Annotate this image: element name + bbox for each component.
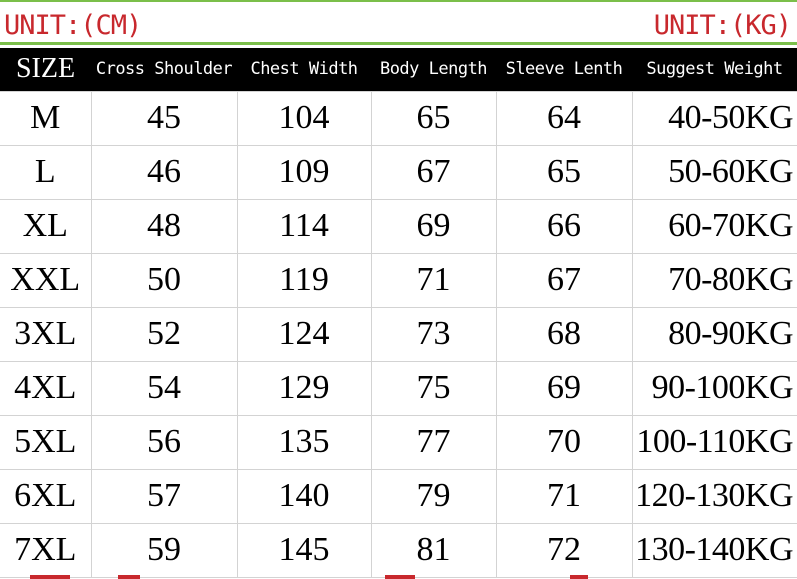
cell-sleeve-length: 71 [495,468,633,524]
cell-sleeve-length: 66 [495,198,633,254]
cell-size: 7XL [0,522,92,578]
unit-cm-label: UNIT:(CM) [4,10,142,41]
cell-size: 5XL [0,414,92,470]
bottom-cut-text [0,575,797,579]
cell-suggest-weight: 60-70KG [631,198,797,254]
cell-sleeve-length: 65 [495,144,633,200]
unit-kg-label: UNIT:(KG) [653,10,792,41]
cell-suggest-weight: 50-60KG [631,144,797,200]
cell-suggest-weight: 130-140KG [631,522,797,578]
table-row: M 45 104 65 64 40-50KG [0,90,797,146]
cell-cross-shoulder: 46 [90,144,238,200]
cell-sleeve-length: 64 [495,90,633,146]
cell-body-length: 73 [370,306,497,362]
unit-bar: UNIT:(CM) UNIT:(KG) [0,0,797,45]
cell-suggest-weight: 40-50KG [631,90,797,146]
cell-suggest-weight: 100-110KG [631,414,797,470]
table-row: XL 48 114 69 66 60-70KG [0,198,797,254]
header-chest-width: Chest Width [250,59,358,80]
cell-body-length: 75 [370,360,497,416]
cell-cross-shoulder: 56 [90,414,238,470]
cell-size: L [0,144,92,200]
cell-sleeve-length: 70 [495,414,633,470]
cell-size: XXL [0,252,92,308]
cell-size: XL [0,198,92,254]
cell-sleeve-length: 72 [495,522,633,578]
size-table: SIZE Cross Shoulder Chest Width Body Len… [0,48,797,578]
cell-chest-width: 114 [236,198,372,254]
table-row: 6XL 57 140 79 71 120-130KG [0,468,797,524]
cell-chest-width: 119 [236,252,372,308]
cell-sleeve-length: 69 [495,360,633,416]
cell-chest-width: 104 [236,90,372,146]
cell-suggest-weight: 70-80KG [631,252,797,308]
cell-cross-shoulder: 54 [90,360,238,416]
table-row: 7XL 59 145 81 72 130-140KG [0,522,797,578]
cell-cross-shoulder: 50 [90,252,238,308]
cell-body-length: 69 [370,198,497,254]
table-row: XXL 50 119 71 67 70-80KG [0,252,797,308]
cell-body-length: 81 [370,522,497,578]
cell-size: M [0,90,92,146]
cell-body-length: 77 [370,414,497,470]
cell-chest-width: 109 [236,144,372,200]
table-row: 3XL 52 124 73 68 80-90KG [0,306,797,362]
cell-chest-width: 145 [236,522,372,578]
table-body: M 45 104 65 64 40-50KG L 46 109 67 65 50-60KG XL 48 11… [0,90,797,578]
header-suggest-weight: Suggest Weight [646,59,783,80]
cell-cross-shoulder: 57 [90,468,238,524]
cell-sleeve-length: 67 [495,252,633,308]
cell-cross-shoulder: 45 [90,90,238,146]
header-sleeve-length: Sleeve Lenth [505,59,623,80]
size-chart: UNIT:(CM) UNIT:(KG) SIZE Cross Shoulder … [0,0,797,579]
cell-size: 6XL [0,468,92,524]
cell-size: 4XL [0,360,92,416]
cell-body-length: 65 [370,90,497,146]
cell-chest-width: 135 [236,414,372,470]
cell-cross-shoulder: 48 [90,198,238,254]
cell-body-length: 67 [370,144,497,200]
cell-suggest-weight: 80-90KG [631,306,797,362]
header-size: SIZE [15,53,76,85]
cell-size: 3XL [0,306,92,362]
header-cross-shoulder: Cross Shoulder [95,59,233,80]
cell-suggest-weight: 90-100KG [631,360,797,416]
cell-chest-width: 124 [236,306,372,362]
cell-chest-width: 129 [236,360,372,416]
table-row: 5XL 56 135 77 70 100-110KG [0,414,797,470]
table-row: 4XL 54 129 75 69 90-100KG [0,360,797,416]
cell-suggest-weight: 120-130KG [631,468,797,524]
header-body-length: Body Length [379,59,488,80]
cell-cross-shoulder: 52 [90,306,238,362]
header-row: SIZE Cross Shoulder Chest Width Body Len… [0,48,797,91]
cell-body-length: 71 [370,252,497,308]
table-row: L 46 109 67 65 50-60KG [0,144,797,200]
cell-body-length: 79 [370,468,497,524]
cell-cross-shoulder: 59 [90,522,238,578]
cell-sleeve-length: 68 [495,306,633,362]
cell-chest-width: 140 [236,468,372,524]
